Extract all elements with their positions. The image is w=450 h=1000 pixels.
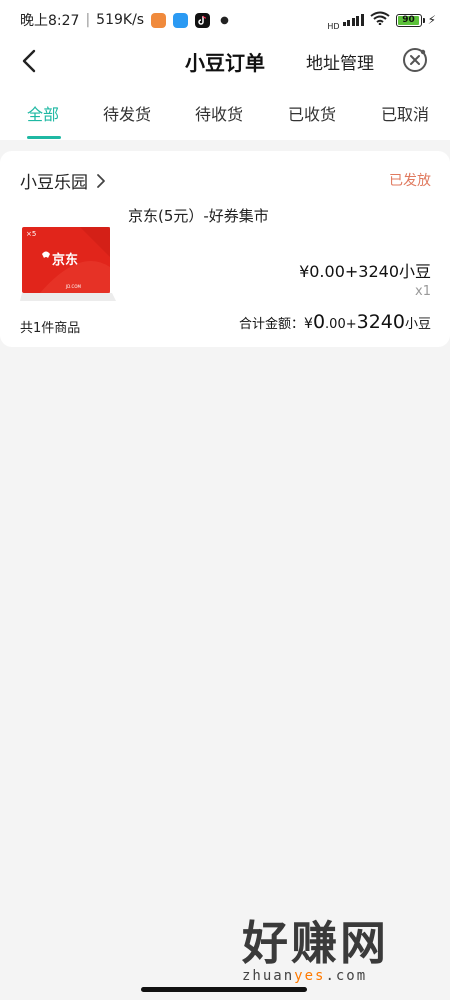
charging-icon: ⚡ xyxy=(427,13,436,27)
status-bar: 晚上8:27 | 519K/s ● HD 90 ⚡ xyxy=(0,0,450,40)
order-card[interactable]: 小豆乐园 已发放 JD.COM ×5 京东 京东(5元）-好券集市 ¥0.00+… xyxy=(0,151,450,347)
order-total: 合计金额： ¥ 0 .00+ 3240 小豆 xyxy=(239,311,431,333)
product-price: ¥0.00+3240小豆 xyxy=(299,262,431,281)
total-beans: 3240 xyxy=(356,311,405,333)
total-amount-dec: .00+ xyxy=(325,317,357,332)
status-time: 晚上8:27 xyxy=(20,13,80,29)
watermark-url-highlight: yes xyxy=(294,968,326,984)
address-management-link[interactable]: 地址管理 xyxy=(306,49,374,74)
status-right: HD 90 ⚡ xyxy=(327,10,436,31)
item-count: 共1件商品 xyxy=(20,321,81,336)
status-left: 晚上8:27 | 519K/s ● xyxy=(20,10,229,30)
tab-all[interactable]: 全部 xyxy=(27,101,59,125)
product-quantity: x1 xyxy=(415,284,431,299)
shop-link[interactable]: 小豆乐园 xyxy=(20,168,106,193)
order-tabs: 全部 待发货 待收货 已收货 已取消 xyxy=(0,82,450,140)
thumb-badge: ×5 xyxy=(26,230,37,238)
app-icon-orange xyxy=(151,12,167,28)
watermark: 好赚网 zhuanyes.com xyxy=(242,918,432,986)
tab-pending-receipt[interactable]: 待收货 xyxy=(195,101,243,125)
signal-icon xyxy=(342,14,364,26)
shop-name: 小豆乐园 xyxy=(20,173,88,193)
notification-dot-icon: ● xyxy=(220,14,229,26)
total-currency: ¥ xyxy=(304,316,313,332)
close-circle-icon xyxy=(403,48,427,72)
chevron-right-icon xyxy=(97,173,105,188)
active-tab-indicator xyxy=(27,136,61,139)
total-amount-int: 0 xyxy=(312,311,326,333)
product-thumbnail[interactable]: JD.COM ×5 京东 xyxy=(20,227,116,301)
page-title: 小豆订单 xyxy=(185,51,265,75)
tab-cancelled[interactable]: 已取消 xyxy=(381,101,429,125)
wifi-icon xyxy=(369,11,390,29)
network-speed: 519K/s xyxy=(96,12,145,28)
header: 小豆订单 地址管理 xyxy=(0,40,450,82)
hd-icon: HD xyxy=(327,21,340,31)
order-status-badge: 已发放 xyxy=(389,173,431,189)
watermark-url-pre: zhuan xyxy=(242,968,295,984)
battery-level: 90 xyxy=(402,15,415,25)
battery-icon: 90 xyxy=(395,13,425,27)
total-label: 合计金额： xyxy=(239,317,305,332)
close-button[interactable] xyxy=(401,46,429,74)
home-indicator[interactable] xyxy=(141,987,307,992)
thumb-brand-text: 京东 xyxy=(52,253,79,268)
tiktok-icon xyxy=(195,12,211,28)
watermark-url-post: .com xyxy=(325,968,368,984)
app-icon-blue xyxy=(173,12,189,28)
tab-pending-shipment[interactable]: 待发货 xyxy=(103,101,151,125)
watermark-text: 好赚网 xyxy=(242,916,389,970)
status-separator: | xyxy=(85,12,91,28)
watermark-url: zhuanyes.com xyxy=(242,968,432,984)
tab-received[interactable]: 已收货 xyxy=(288,101,336,125)
product-name[interactable]: 京东(5元）-好券集市 xyxy=(128,205,269,226)
svg-text:JD.COM: JD.COM xyxy=(65,284,81,289)
total-unit: 小豆 xyxy=(404,317,431,332)
